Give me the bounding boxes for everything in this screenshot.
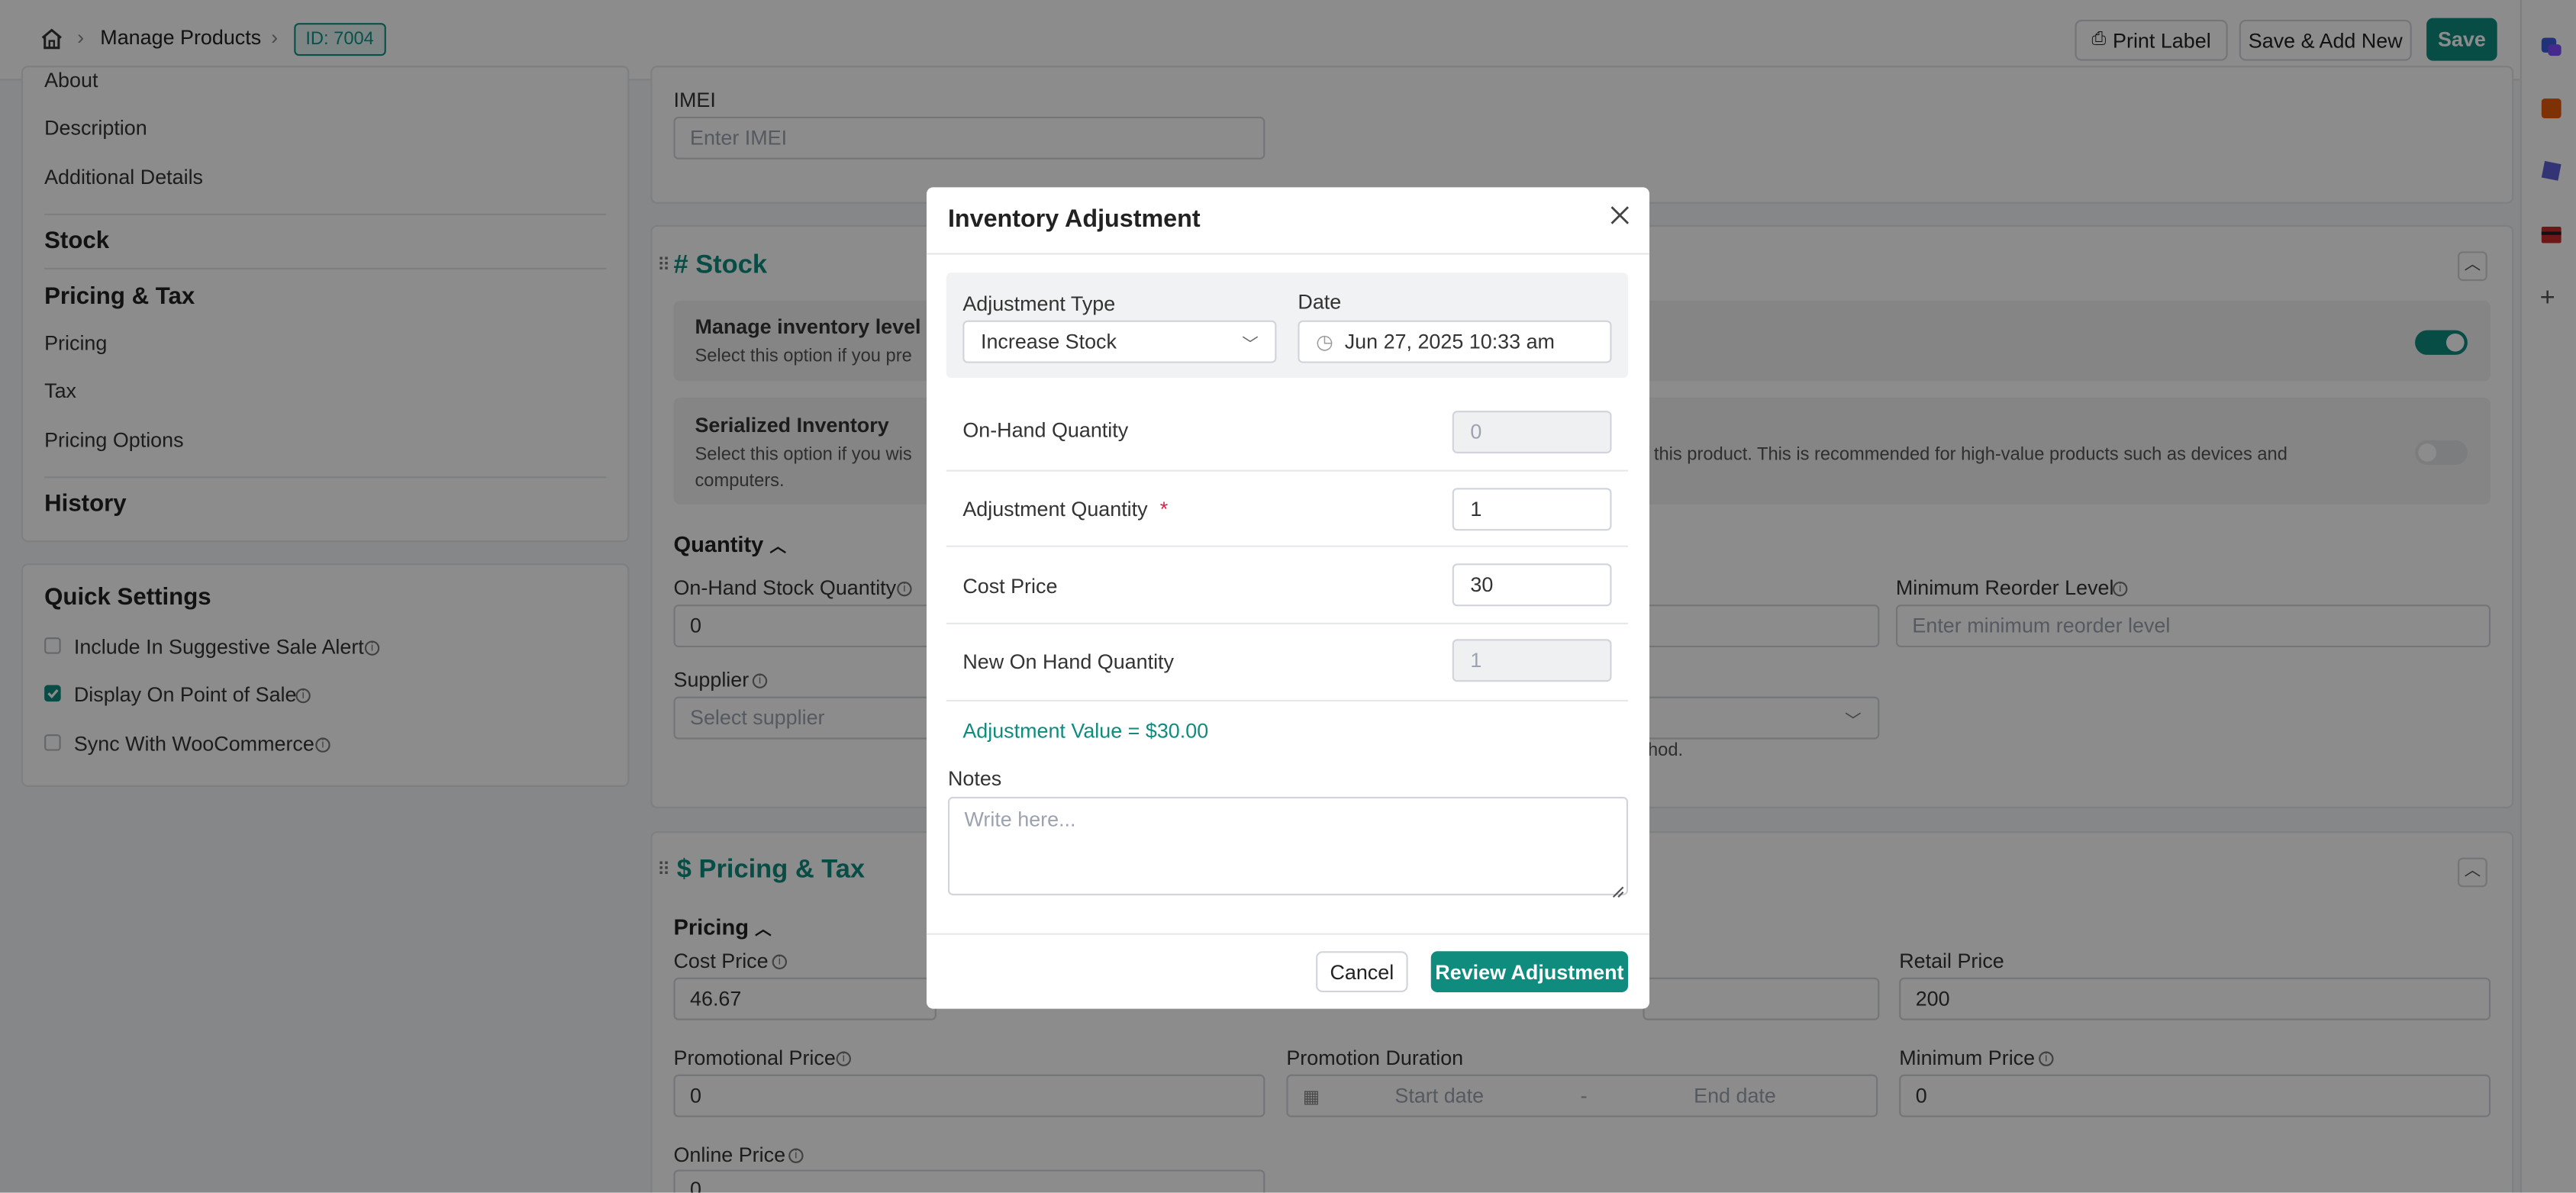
required-mark: * [1159, 498, 1169, 521]
divider [946, 469, 1629, 472]
divider [946, 699, 1629, 702]
notes-label: Notes [947, 767, 1002, 791]
divider [926, 933, 1650, 935]
adjustment-quantity-input[interactable]: 1 [1452, 488, 1612, 531]
divider [946, 545, 1629, 547]
review-adjustment-button[interactable]: Review Adjustment [1430, 951, 1629, 993]
date-input[interactable]: ◷ Jun 27, 2025 10:33 am [1298, 320, 1612, 363]
cancel-button[interactable]: Cancel [1316, 951, 1408, 993]
date-label: Date [1298, 290, 1342, 314]
adjustment-quantity-label: Adjustment Quantity * [962, 498, 1169, 521]
notes-textarea[interactable]: Write here... [947, 796, 1629, 896]
adjustment-type-label: Adjustment Type [962, 292, 1116, 316]
on-hand-quantity-field: 0 [1452, 411, 1612, 454]
close-icon[interactable] [1608, 204, 1631, 227]
divider [946, 622, 1629, 624]
clock-icon: ◷ [1316, 330, 1333, 353]
new-on-hand-quantity-label: New On Hand Quantity [962, 650, 1175, 674]
new-on-hand-quantity-field: 1 [1452, 639, 1612, 682]
divider [926, 253, 1650, 255]
modal-title: Inventory Adjustment [947, 205, 1201, 234]
chevron-down-icon: ﹀ [1242, 336, 1259, 354]
adjustment-type-select[interactable]: Increase Stock ﹀ [962, 320, 1277, 363]
resize-handle-icon[interactable] [1610, 877, 1624, 898]
on-hand-quantity-label: On-Hand Quantity [962, 418, 1129, 443]
cost-price-input[interactable]: 30 [1452, 563, 1612, 607]
adjustment-value-text: Adjustment Value = $30.00 [962, 719, 1209, 743]
app-stage: › Manage Products › ID: 7004 ⎙ Print Lab… [0, 0, 2576, 1193]
cost-price-label: Cost Price [962, 575, 1058, 598]
